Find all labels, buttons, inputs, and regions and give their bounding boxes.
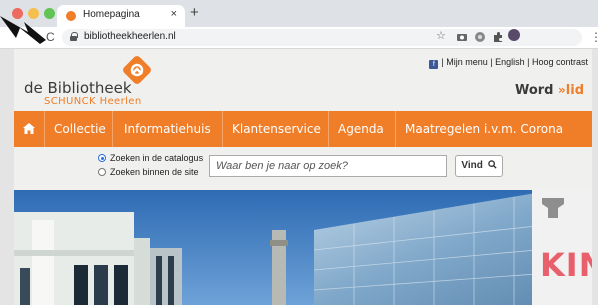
nav-separator: [44, 111, 45, 147]
website-viewport: de Bibliotheek SCHUNCK Heerlen f | Mijn m…: [0, 49, 598, 305]
profile-avatar[interactable]: [508, 29, 520, 41]
radio-label-catalogus: Zoeken in de catalogus: [110, 153, 204, 163]
nav-item-collectie[interactable]: Collectie: [54, 111, 106, 147]
bookmark-star-icon[interactable]: ☆: [436, 29, 446, 42]
nav-separator: [112, 111, 113, 147]
lock-icon: [70, 32, 78, 41]
radio-option-catalogus[interactable]: Zoeken in de catalogus: [98, 153, 203, 163]
puzzle-icon[interactable]: [492, 31, 504, 43]
page-container: de Bibliotheek SCHUNCK Heerlen f | Mijn m…: [14, 49, 592, 305]
hero-image: KIN: [14, 190, 592, 305]
search-button-label: Vind: [461, 160, 483, 171]
address-bar[interactable]: bibliotheekheerlen.nl: [62, 29, 582, 46]
browser-window: Homepagina × + C bibliotheekheerlen.nl ☆…: [0, 0, 598, 305]
url-text[interactable]: bibliotheekheerlen.nl: [84, 31, 176, 42]
search-icon: [487, 160, 497, 169]
logo-title[interactable]: de Bibliotheek: [24, 79, 132, 97]
nav-item-corona[interactable]: Maatregelen i.v.m. Corona: [405, 111, 563, 147]
tab-title: Homepagina: [83, 9, 140, 20]
browser-toolbar: C bibliotheekheerlen.nl ☆ ⋮: [0, 27, 598, 49]
facebook-icon[interactable]: f: [429, 60, 439, 69]
tab-bar: Homepagina × +: [0, 0, 598, 27]
nav-separator: [328, 111, 329, 147]
nav-item-informatiehuis[interactable]: Informatiehuis: [124, 111, 211, 147]
nav-item-agenda[interactable]: Agenda: [338, 111, 384, 147]
hero-building-photo: [14, 190, 592, 305]
search-button[interactable]: Vind: [455, 155, 503, 177]
nav-item-klantenservice[interactable]: Klantenservice: [232, 111, 321, 147]
radio-selected-icon[interactable]: [98, 154, 106, 162]
radio-label-site: Zoeken binnen de site: [110, 167, 199, 177]
nav-separator: [222, 111, 223, 147]
word-lid-word: Word: [514, 83, 554, 98]
nav-separator: [395, 111, 396, 147]
double-arrow-icon: »: [558, 83, 566, 97]
top-links-text[interactable]: | Mijn menu | English | Hoog contrast: [441, 57, 588, 67]
radio-unselected-icon[interactable]: [98, 168, 106, 176]
top-links: f | Mijn menu | English | Hoog contrast: [429, 57, 588, 69]
browser-tab-homepagina[interactable]: Homepagina ×: [57, 5, 185, 27]
camera-icon[interactable]: [456, 31, 468, 43]
word-lid-lid: lid: [565, 83, 584, 98]
favicon-icon: [66, 11, 76, 21]
logo-subtitle[interactable]: SCHUNCK Heerlen: [44, 96, 142, 107]
pointer-arrow-icon: [0, 16, 46, 44]
main-navigation: Collectie Informatiehuis Klantenservice …: [14, 111, 592, 147]
new-tab-button[interactable]: +: [190, 4, 199, 21]
word-lid-link[interactable]: Word »lid: [515, 83, 584, 98]
home-icon[interactable]: [23, 123, 35, 134]
search-input[interactable]: [209, 155, 447, 177]
tab-close-icon[interactable]: ×: [171, 8, 177, 20]
radio-option-site[interactable]: Zoeken binnen de site: [98, 167, 199, 177]
search-section: Zoeken in de catalogus Zoeken binnen de …: [14, 147, 592, 189]
browser-menu-icon[interactable]: ⋮: [590, 30, 598, 44]
hero-sign-text: KIN: [540, 246, 592, 284]
extension-circle-icon[interactable]: [474, 31, 486, 43]
